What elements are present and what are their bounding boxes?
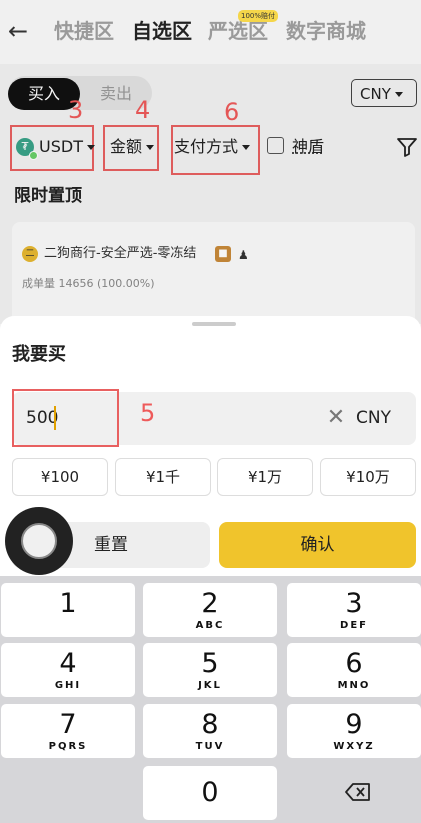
key-letters: WXYZ [333, 741, 375, 752]
key-letters: DEF [340, 620, 368, 631]
amount-currency: CNY [356, 408, 391, 428]
key-digit: 6 [345, 648, 363, 679]
key-digit: 3 [345, 588, 363, 619]
quick-amount-100k[interactable]: ¥10万 [320, 458, 416, 496]
tab-quick[interactable]: 快捷区 [54, 16, 114, 46]
key-letters: ABC [195, 620, 225, 631]
key-1[interactable]: 1 [1, 583, 135, 637]
quick-amount-10k[interactable]: ¥1万 [217, 458, 313, 496]
key-8[interactable]: 8 TUV [143, 704, 277, 758]
tab-digital-mall[interactable]: 数字商城 [286, 16, 366, 46]
key-letters: GHI [54, 680, 82, 691]
key-digit: 9 [345, 709, 363, 740]
overlay-dim [0, 64, 421, 324]
key-letters: TUV [195, 741, 225, 752]
key-digit: 7 [59, 709, 77, 740]
key-letters: JKL [198, 680, 222, 691]
confirm-button[interactable]: 确认 [219, 522, 416, 568]
key-letters: PQRS [48, 741, 88, 752]
clear-icon[interactable]: ✕ [325, 406, 347, 430]
key-digit: 4 [59, 648, 77, 679]
sheet-title: 我要买 [12, 344, 66, 365]
backspace-icon[interactable] [344, 778, 372, 806]
quick-amount-1k[interactable]: ¥1千 [115, 458, 211, 496]
key-4[interactable]: 4 GHI [1, 643, 135, 697]
key-digit: 5 [201, 648, 219, 679]
quick-amount-100[interactable]: ¥100 [12, 458, 108, 496]
key-3[interactable]: 3 DEF [287, 583, 421, 637]
key-9[interactable]: 9 WXYZ [287, 704, 421, 758]
key-digit: 8 [201, 709, 219, 740]
key-6[interactable]: 6 MNO [287, 643, 421, 697]
key-0[interactable]: 0 [143, 766, 277, 820]
key-5[interactable]: 5 JKL [143, 643, 277, 697]
key-2[interactable]: 2 ABC [143, 583, 277, 637]
guarantee-badge: 100%赔付 [238, 10, 279, 22]
tab-custom[interactable]: 自选区 [132, 16, 192, 46]
annotation-label-5: 5 [140, 399, 156, 427]
key-digit: 2 [201, 588, 219, 619]
key-7[interactable]: 7 PQRS [1, 704, 135, 758]
assistive-touch-icon [21, 523, 57, 559]
sheet-drag-handle[interactable] [192, 322, 236, 326]
key-letters: MNO [337, 680, 371, 691]
back-arrow-icon[interactable]: ← [8, 14, 38, 48]
text-cursor [54, 406, 56, 430]
key-digit: 0 [201, 777, 219, 808]
key-digit: 1 [59, 588, 77, 619]
